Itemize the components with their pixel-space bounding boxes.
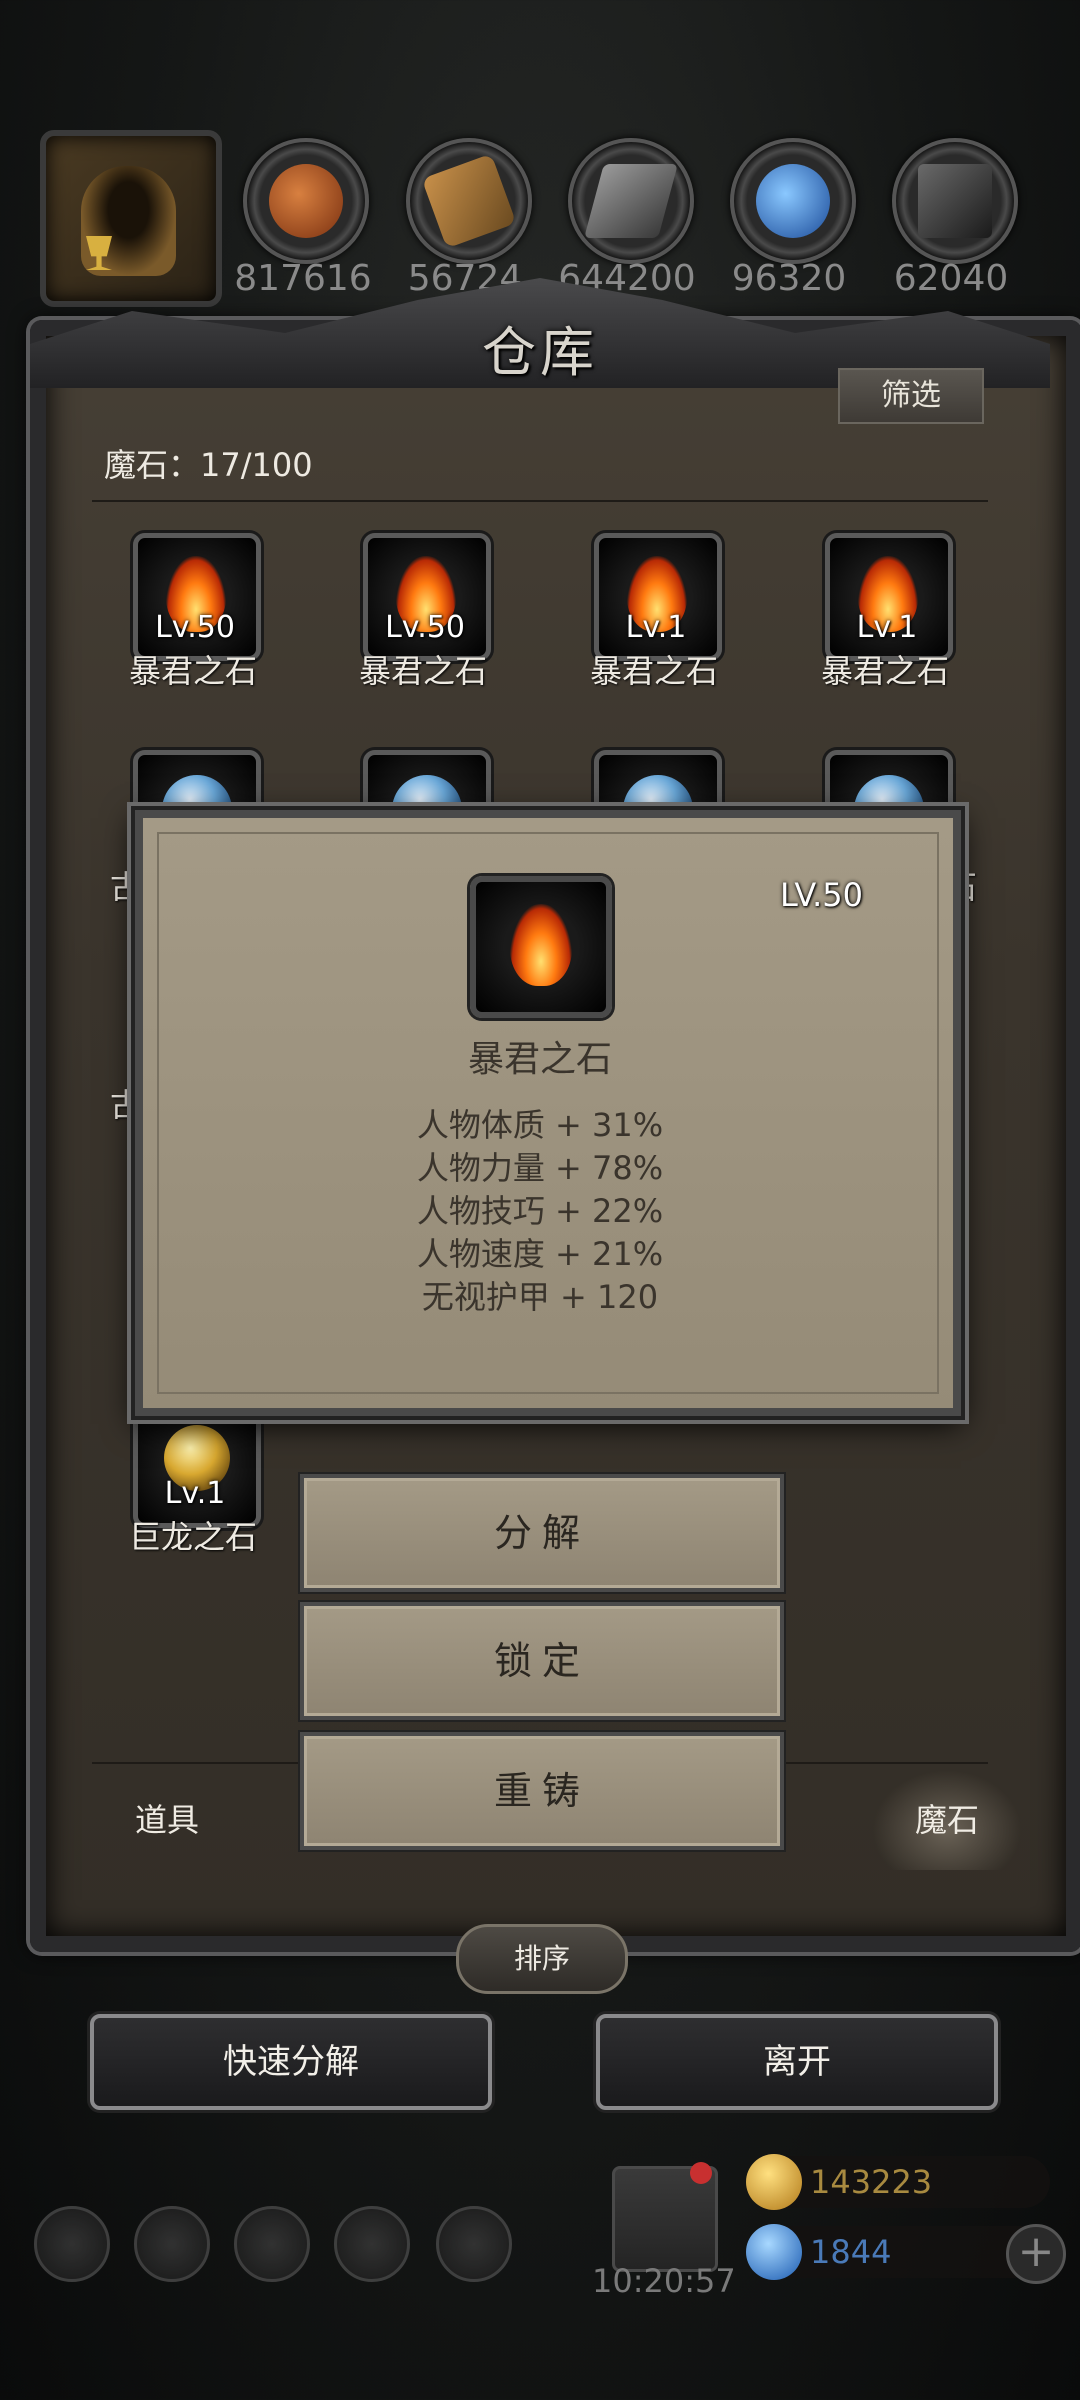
stat-line: 人物速度 + 21%	[416, 1235, 664, 1273]
meat-amount: 817616	[234, 258, 372, 299]
item-level: Lv.50	[155, 610, 235, 645]
popup-item-name: 暴君之石	[467, 1039, 612, 1080]
gold-coin-icon	[746, 2154, 802, 2210]
dice-icon[interactable]	[436, 2206, 512, 2282]
item-name: 暴君之石	[820, 652, 949, 690]
meat-resource-icon[interactable]	[243, 138, 369, 264]
star-icon[interactable]	[134, 2206, 210, 2282]
item-level: Lv.1	[164, 1476, 226, 1511]
gift-timer: 10:20:57	[592, 2262, 736, 2300]
blue-gem-icon	[746, 2224, 802, 2280]
lock-button[interactable]: 锁定	[300, 1602, 784, 1720]
tab-magic-stones[interactable]: 魔石	[872, 1770, 1022, 1870]
divider	[92, 500, 988, 502]
item-level: Lv.50	[385, 610, 465, 645]
player-avatar[interactable]	[40, 130, 222, 307]
stat-line: 人物体质 + 31%	[416, 1106, 664, 1144]
stone-resource-icon[interactable]	[892, 138, 1018, 264]
leave-button[interactable]: 离开	[596, 2014, 998, 2110]
tab-items[interactable]: 道具	[92, 1770, 242, 1870]
mail-icon[interactable]	[334, 2206, 410, 2282]
stone-amount: 62040	[893, 258, 1009, 299]
magic-stone-count: 魔石：17/100	[104, 446, 313, 484]
castle-icon[interactable]	[234, 2206, 310, 2282]
popup-item-level: LV.50	[780, 876, 863, 914]
sort-button[interactable]: 排序	[456, 1924, 628, 1994]
crystal-resource-icon[interactable]	[730, 138, 856, 264]
gem-amount: 1844	[810, 2233, 892, 2271]
item-name: 巨龙之石	[128, 1518, 257, 1556]
quick-decompose-button[interactable]: 快速分解	[90, 2014, 492, 2110]
decompose-button[interactable]: 分解	[300, 1474, 784, 1592]
popup-item-slot	[470, 876, 612, 1018]
stat-line: 人物技巧 + 22%	[416, 1192, 664, 1230]
notification-dot	[690, 2162, 712, 2184]
panel-title: 仓库	[482, 321, 598, 384]
settings-icon[interactable]	[34, 2206, 110, 2282]
reforge-button[interactable]: 重铸	[300, 1732, 784, 1850]
item-name: 暴君之石	[358, 652, 487, 690]
item-level: Lv.1	[625, 610, 687, 645]
gold-amount: 143223	[810, 2163, 933, 2201]
stat-line: 无视护甲 + 120	[421, 1278, 659, 1316]
wood-resource-icon[interactable]	[406, 138, 532, 264]
hooded-figure-icon	[81, 166, 176, 276]
item-name: 暴君之石	[128, 652, 257, 690]
filter-button[interactable]: 筛选	[838, 368, 984, 424]
crystal-amount: 96320	[731, 258, 847, 299]
item-name: 暴君之石	[589, 652, 718, 690]
add-currency-button[interactable]: +	[1006, 2224, 1066, 2284]
stat-line: 人物力量 + 78%	[416, 1149, 664, 1187]
tyrant-stone-icon	[510, 904, 572, 986]
iron-resource-icon[interactable]	[568, 138, 694, 264]
item-level: Lv.1	[856, 610, 918, 645]
